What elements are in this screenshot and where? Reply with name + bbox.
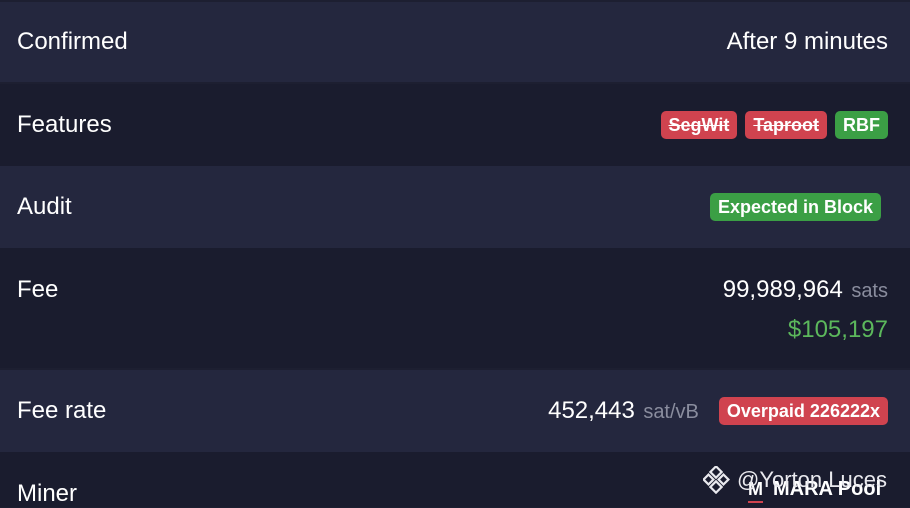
fee-amount: 99,989,964 [722,276,843,303]
overpaid-badge[interactable]: Overpaid 226222x [718,397,888,425]
transaction-details-table: Confirmed After 9 minutes Features SegWi… [0,0,910,507]
feature-badges: SegWit Taproot RBF [660,111,888,139]
segwit-badge[interactable]: SegWit [660,111,738,139]
row-fee-rate: Fee rate 452,443 sat/vB Overpaid 226222x [0,370,910,452]
watermark-text: @Yorton Luces [737,467,887,492]
rbf-badge[interactable]: RBF [835,111,888,139]
row-features: Features SegWit Taproot RBF [0,84,910,166]
binance-diamond-icon [703,466,731,494]
fee-rate-amount: 452,443 [548,397,635,424]
audit-label: Audit [17,193,72,220]
row-audit: Audit Expected in Block [0,166,910,248]
row-fee: Fee 99,989,964 sats $105,197 [0,248,910,368]
features-label: Features [17,111,112,138]
taproot-badge[interactable]: Taproot [745,111,827,139]
fee-label: Fee [17,276,59,303]
audit-status-badge[interactable]: Expected in Block [709,193,881,221]
fee-unit: sats [851,280,888,302]
confirmed-label: Confirmed [17,28,128,55]
fee-fiat-value: $105,197 [787,316,888,343]
fee-rate-values: 452,443 sat/vB Overpaid 226222x [548,397,888,425]
watermark: @Yorton Luces [703,466,887,494]
fee-rate-unit: sat/vB [643,401,699,423]
miner-label: Miner [17,480,78,507]
fee-values: 99,989,964 sats $105,197 [723,276,888,368]
fee-rate-label: Fee rate [17,397,107,424]
confirmed-value: After 9 minutes [726,28,888,55]
row-confirmed: Confirmed After 9 minutes [0,2,910,82]
